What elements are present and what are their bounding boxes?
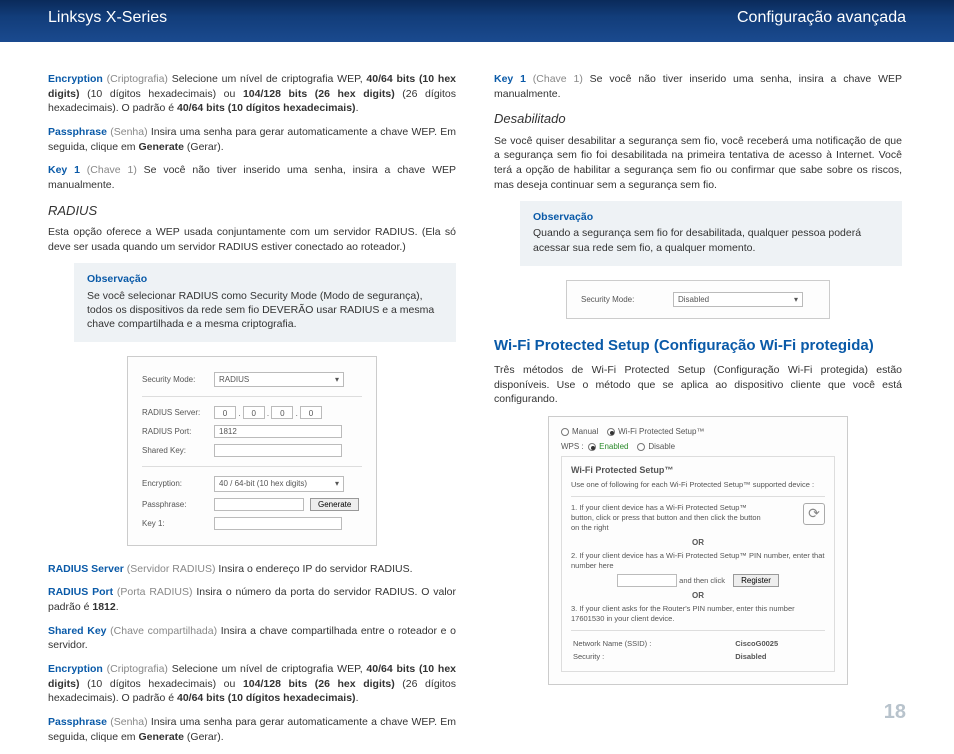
wps-heading: Wi-Fi Protected Setup (Configuração Wi-F… <box>494 335 902 356</box>
pass-input[interactable] <box>214 498 304 511</box>
rserver-input[interactable]: 0 . 0 . 0 . 0 <box>214 403 362 422</box>
wps-title: Wi-Fi Protected Setup™ <box>571 464 825 477</box>
key1-para: Key 1 (Chave 1) Se você não tiver inseri… <box>48 163 456 192</box>
register-button[interactable]: Register <box>733 574 779 587</box>
secmode-label-2: Security Mode: <box>581 292 671 307</box>
header-left: Linksys X-Series <box>48 9 167 27</box>
wps-mode-row: Manual Wi-Fi Protected Setup™ <box>561 426 835 437</box>
wps-or-2: OR <box>571 590 825 601</box>
rport-input[interactable] <box>214 425 342 438</box>
note-radius: Observação Se você selecionar RADIUS com… <box>74 263 456 342</box>
note-title-2: Observação <box>533 210 889 224</box>
radius-para: Esta opção oferece a WEP usada conjuntam… <box>48 225 456 254</box>
disabled-panel: Security Mode: Disabled▾ <box>566 280 830 319</box>
pass-label: Passphrase: <box>142 495 214 514</box>
netname-label: Network Name (SSID) : <box>573 639 733 649</box>
passphrase-para: Passphrase (Senha) Insira uma senha para… <box>48 125 456 154</box>
enc-label: Encryption: <box>142 473 214 494</box>
wps-method1: 1. If your client device has a Wi-Fi Pro… <box>571 503 761 533</box>
rserver-para: RADIUS Server (Servidor RADIUS) Insira o… <box>48 562 456 577</box>
k1-label: Key 1: <box>142 514 214 533</box>
wps-or-1: OR <box>571 537 825 548</box>
radius-heading: RADIUS <box>48 202 456 220</box>
generate-button[interactable]: Generate <box>310 498 359 511</box>
wps-subpanel: Wi-Fi Protected Setup™ Use one of follow… <box>561 456 835 671</box>
wps-sub: Use one of following for each Wi-Fi Prot… <box>571 480 825 490</box>
wps-method3: 3. If your client asks for the Router's … <box>571 604 825 624</box>
skey-input[interactable] <box>214 444 342 457</box>
header-right: Configuração avançada <box>737 9 906 27</box>
secmode-select[interactable]: RADIUS▾ <box>214 372 344 387</box>
note-body-2: Quando a segurança sem fio for desabilit… <box>533 227 861 253</box>
netname-value: CiscoG0025 <box>735 639 778 648</box>
page-header: Linksys X-Series Configuração avançada <box>0 0 954 42</box>
page-body: Encryption (Criptografia) Selecione um n… <box>0 42 954 754</box>
figure-radius: Security Mode: RADIUS▾ RADIUS Server: 0 … <box>48 356 456 546</box>
rport-para: RADIUS Port (Porta RADIUS) Insira o núme… <box>48 585 456 614</box>
desabilitado-para: Se você quiser desabilitar a segurança s… <box>494 134 902 193</box>
radio-wps[interactable] <box>607 428 615 436</box>
radius-panel: Security Mode: RADIUS▾ RADIUS Server: 0 … <box>127 356 377 546</box>
wps-para: Três métodos de Wi-Fi Protected Setup (C… <box>494 363 902 407</box>
secmode-select-2[interactable]: Disabled▾ <box>673 292 803 307</box>
wps-push-icon[interactable]: ⟳ <box>803 503 825 525</box>
wps-enable-row: WPS : Enabled Disable <box>561 441 835 452</box>
security-label: Security : <box>573 652 733 662</box>
rport-label: RADIUS Port: <box>142 422 214 441</box>
left-column: Encryption (Criptografia) Selecione um n… <box>48 72 456 754</box>
figure-wps: Manual Wi-Fi Protected Setup™ WPS : Enab… <box>494 416 902 685</box>
skey-para: Shared Key (Chave compartilhada) Insira … <box>48 624 456 653</box>
rserver-label: RADIUS Server: <box>142 403 214 422</box>
wps-pin-input[interactable] <box>617 574 677 587</box>
secmode-label: Security Mode: <box>142 369 214 390</box>
radio-disable[interactable] <box>637 443 645 451</box>
enc-select[interactable]: 40 / 64-bit (10 hex digits)▾ <box>214 476 344 491</box>
note-disabled: Observação Quando a segurança sem fio fo… <box>520 201 902 266</box>
figure-disabled: Security Mode: Disabled▾ <box>494 280 902 319</box>
right-column: Key 1 (Chave 1) Se você não tiver inseri… <box>494 72 902 754</box>
desabilitado-heading: Desabilitado <box>494 110 902 128</box>
security-value: Disabled <box>735 652 766 661</box>
wps-method2: 2. If your client device has a Wi-Fi Pro… <box>571 551 825 587</box>
note-title: Observação <box>87 272 443 286</box>
k1-input[interactable] <box>214 517 342 530</box>
radio-manual[interactable] <box>561 428 569 436</box>
encryption-para: Encryption (Criptografia) Selecione um n… <box>48 72 456 116</box>
skey-label: Shared Key: <box>142 441 214 460</box>
wps-panel: Manual Wi-Fi Protected Setup™ WPS : Enab… <box>548 416 848 685</box>
encryption-para-2: Encryption (Criptografia) Selecione um n… <box>48 662 456 706</box>
key1-para-r: Key 1 (Chave 1) Se você não tiver inseri… <box>494 72 902 101</box>
page-number: 18 <box>884 701 906 724</box>
radio-enabled[interactable] <box>588 443 596 451</box>
note-body: Se você selecionar RADIUS como Security … <box>87 290 434 330</box>
passphrase-para-2: Passphrase (Senha) Insira uma senha para… <box>48 715 456 744</box>
